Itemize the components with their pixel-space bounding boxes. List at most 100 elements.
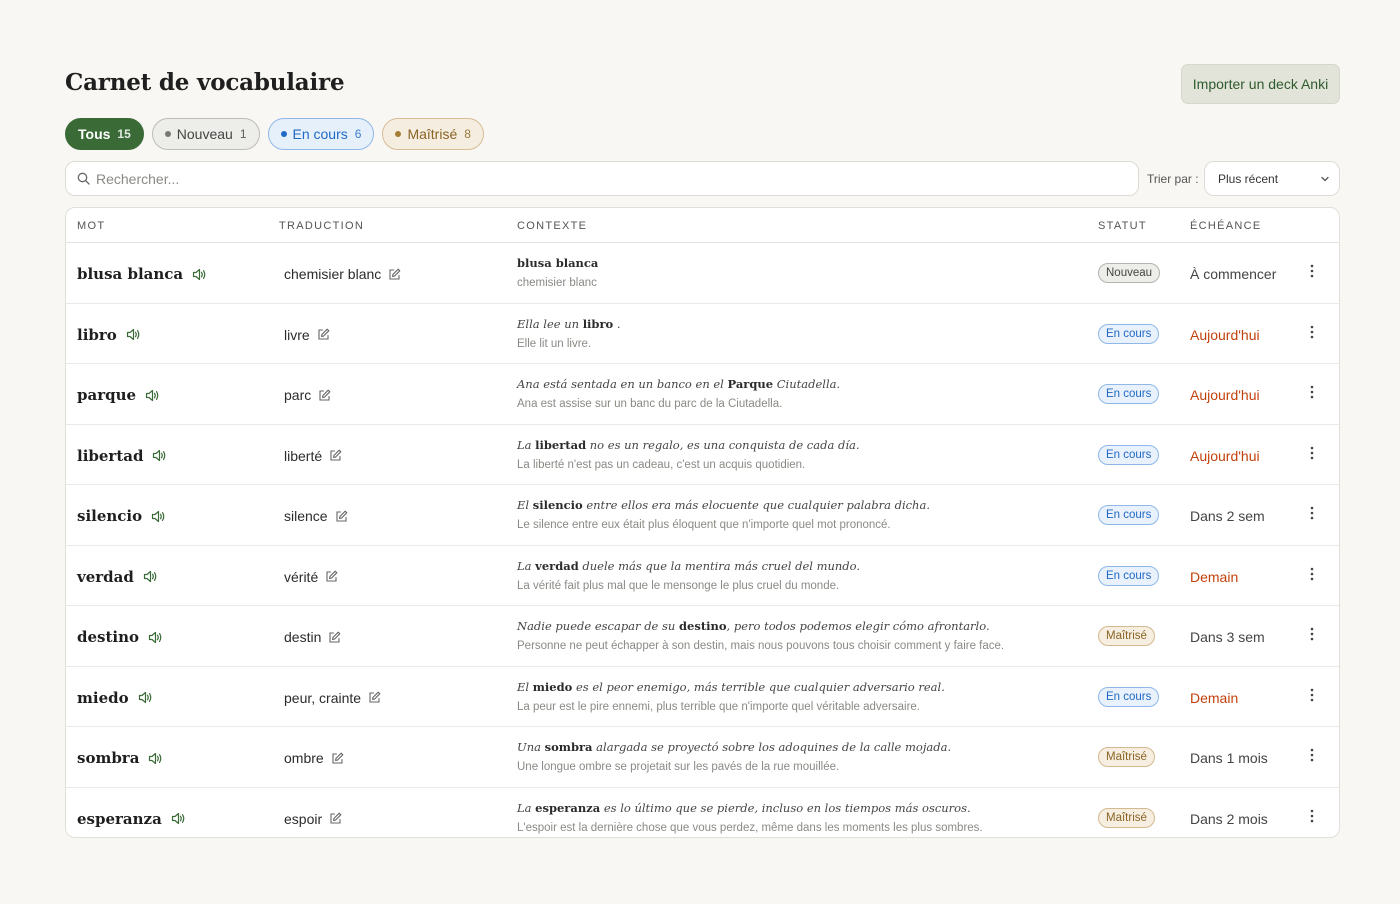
status-dot-icon	[280, 131, 287, 137]
context-pre: Ana está sentada en un banco en el	[517, 377, 728, 391]
context-post: alargada se proyectó sobre los adoquines…	[592, 740, 952, 754]
word-text: miedo	[77, 688, 129, 707]
pencil-icon[interactable]	[325, 570, 338, 583]
kebab-icon[interactable]	[1310, 748, 1314, 762]
translation-text: destin	[284, 629, 322, 645]
speaker-icon[interactable]	[148, 631, 163, 644]
kebab-icon[interactable]	[1310, 506, 1314, 520]
due-date: Aujourd'hui	[1190, 387, 1260, 403]
speaker-icon[interactable]	[148, 752, 163, 765]
context-french: La liberté n'est pas un cadeau, c'est un…	[517, 458, 806, 471]
kebab-icon[interactable]	[1310, 446, 1314, 460]
word-text: blusa blanca	[77, 265, 184, 283]
kebab-icon[interactable]	[1310, 264, 1314, 278]
column-header-context: CONTEXTE	[517, 220, 588, 232]
search-input[interactable]	[96, 170, 1056, 187]
context-spanish: El silencio entre ellos era más elocuent…	[517, 498, 1077, 512]
table-row: blusa blanca chemisier blanc blusa blanc…	[66, 243, 1339, 304]
speaker-icon[interactable]	[192, 268, 207, 281]
pencil-icon[interactable]	[329, 449, 342, 462]
due-date: Dans 1 mois	[1190, 750, 1268, 766]
context-french: Personne ne peut échapper à son destin, …	[517, 640, 1005, 652]
context-post: Ciutadella.	[773, 377, 841, 391]
context-highlight: blusa blanca	[517, 256, 599, 270]
due-date: À commencer	[1190, 266, 1277, 282]
word-cell: verdad	[77, 568, 158, 586]
table-row: libertad liberté La libertad no es un re…	[66, 425, 1339, 485]
speaker-icon[interactable]	[145, 389, 160, 402]
context-pre: Una	[517, 740, 545, 754]
word-text: destino	[77, 628, 140, 646]
translation-cell: silence	[284, 508, 348, 524]
translation-text: silence	[284, 508, 328, 524]
filter-chip-new[interactable]: Nouveau 1	[151, 118, 260, 150]
word-cell: blusa blanca	[77, 265, 207, 283]
filter-chip-in-progress[interactable]: En cours 6	[267, 118, 375, 150]
translation-cell: ombre	[284, 750, 344, 766]
status-badge: En cours	[1098, 565, 1160, 586]
table-row: parque parc Ana está sentada en un banco…	[66, 364, 1339, 425]
context-highlight: destino	[678, 619, 727, 633]
sort-select[interactable]: Plus récent	[1204, 161, 1340, 196]
filter-chip-mastered[interactable]: Maîtrisé 8	[382, 118, 484, 150]
word-text: esperanza	[77, 809, 162, 828]
pencil-icon[interactable]	[335, 510, 348, 523]
pencil-icon[interactable]	[328, 631, 341, 644]
chevron-down-icon	[1321, 176, 1329, 182]
pencil-icon[interactable]	[317, 328, 330, 341]
speaker-icon[interactable]	[126, 328, 141, 341]
speaker-icon[interactable]	[152, 449, 167, 462]
translation-text: parc	[284, 387, 312, 403]
word-cell: sombra	[77, 749, 163, 767]
context-spanish: La esperanza es lo último que se pierde,…	[517, 801, 1077, 815]
due-date: Dans 2 mois	[1190, 810, 1268, 827]
kebab-icon[interactable]	[1310, 627, 1314, 641]
page-header: Carnet de vocabulaire Importer un deck A…	[65, 64, 1340, 104]
pencil-icon[interactable]	[318, 389, 331, 402]
filter-label: Tous	[78, 126, 111, 142]
word-cell: miedo	[77, 689, 153, 707]
kebab-icon[interactable]	[1310, 567, 1314, 581]
table-row: silencio silence El silencio entre ellos…	[66, 485, 1339, 546]
kebab-icon[interactable]	[1310, 809, 1314, 823]
context-spanish: blusa blanca	[517, 256, 1077, 270]
context-cell: Ana está sentada en un banco en el Parqu…	[517, 377, 1077, 410]
pencil-icon[interactable]	[329, 812, 342, 825]
context-post: .	[613, 316, 621, 331]
context-post: no es un regalo, es una conquista de cad…	[586, 437, 860, 452]
filter-label: Maîtrisé	[407, 126, 458, 142]
speaker-icon[interactable]	[171, 812, 186, 825]
column-header-translation: TRADUCTION	[279, 220, 365, 232]
speaker-icon[interactable]	[151, 510, 166, 523]
status-badge: Maîtrisé	[1098, 747, 1155, 767]
due-date: Aujourd'hui	[1190, 447, 1260, 464]
table-row: libro livre Ella lee un libro . Elle lit…	[66, 304, 1339, 364]
translation-cell: liberté	[284, 448, 342, 464]
filter-chip-all[interactable]: Tous 15	[65, 118, 144, 150]
word-text: libertad	[77, 446, 144, 465]
kebab-icon[interactable]	[1310, 325, 1314, 339]
context-highlight: libertad	[535, 437, 587, 452]
speaker-icon[interactable]	[138, 691, 153, 704]
speaker-icon[interactable]	[143, 570, 158, 583]
context-french: chemisier blanc	[517, 277, 597, 289]
sort-value: Plus récent	[1218, 171, 1279, 186]
word-text: verdad	[77, 567, 134, 586]
pencil-icon[interactable]	[388, 268, 401, 281]
word-cell: silencio	[77, 507, 166, 525]
pencil-icon[interactable]	[368, 691, 381, 704]
context-pre: La	[517, 437, 536, 452]
status-dot-icon	[395, 131, 402, 137]
context-pre: La	[517, 558, 536, 573]
due-date: Demain	[1190, 689, 1239, 706]
table-header: MOT TRADUCTION CONTEXTE STATUT ÉCHÉANCE	[66, 208, 1339, 243]
word-cell: libro	[77, 326, 141, 344]
context-highlight: verdad	[535, 558, 579, 573]
kebab-icon[interactable]	[1310, 688, 1314, 702]
import-anki-button[interactable]: Importer un deck Anki	[1181, 64, 1340, 104]
filter-count: 1	[239, 127, 247, 141]
status-filters: Tous 15 Nouveau 1 En cours 6 Maîtrisé 8	[65, 118, 484, 150]
kebab-icon[interactable]	[1310, 385, 1314, 399]
word-text: sombra	[77, 749, 140, 767]
pencil-icon[interactable]	[331, 752, 344, 765]
